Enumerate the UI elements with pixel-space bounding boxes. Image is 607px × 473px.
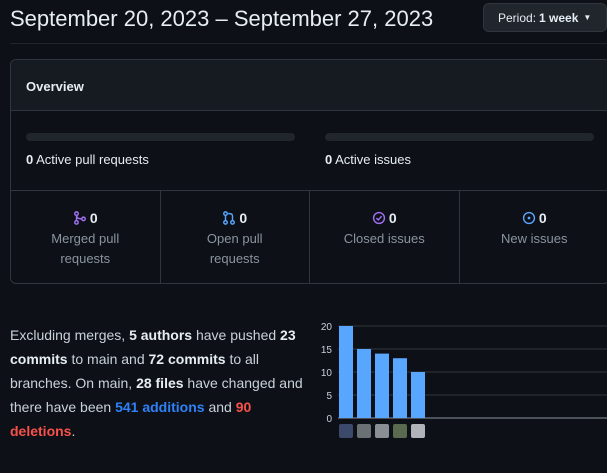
active-pull-requests-bar bbox=[26, 133, 295, 141]
new-issues-count: 0 bbox=[538, 210, 547, 226]
open-pull-requests-cell[interactable]: 0 Open pull requests bbox=[161, 191, 310, 283]
active-issues-label: Active issues bbox=[335, 152, 412, 167]
active-issues-bar bbox=[325, 133, 594, 141]
active-issues-count: 0 bbox=[325, 152, 333, 167]
commits-by-author-chart: 0 5 10 15 20 bbox=[312, 316, 607, 441]
overview-active-row: 0 Active pull requests 0 Active issues bbox=[11, 111, 607, 191]
issue-closed-icon bbox=[372, 211, 385, 225]
period-value: 1 week bbox=[539, 10, 579, 25]
authors-count-link[interactable]: 5 authors bbox=[129, 327, 192, 343]
commit-bar[interactable] bbox=[375, 353, 389, 418]
overview-panel: Overview 0 Active pull requests 0 Active… bbox=[10, 59, 607, 284]
date-range-title: September 20, 2023 – September 27, 2023 bbox=[10, 6, 434, 31]
caret-down-icon: ▼ bbox=[583, 13, 592, 22]
closed-issues-cell[interactable]: 0 Closed issues bbox=[310, 191, 460, 283]
active-pull-requests-link[interactable]: 0 Active pull requests bbox=[26, 152, 149, 167]
author-avatar[interactable] bbox=[411, 424, 425, 438]
summary-text-3: to main and bbox=[67, 351, 149, 367]
merged-pull-requests-count: 0 bbox=[89, 210, 98, 226]
closed-issues-label: Closed issues bbox=[343, 231, 425, 246]
active-pull-requests-label: Active pull requests bbox=[36, 152, 149, 167]
commit-bar[interactable] bbox=[339, 326, 353, 418]
git-pull-request-icon bbox=[223, 211, 236, 225]
summary-text-7: . bbox=[71, 423, 76, 439]
author-avatar[interactable] bbox=[357, 424, 371, 438]
additions-count: 541 additions bbox=[115, 399, 205, 415]
commit-bar[interactable] bbox=[357, 349, 371, 418]
header: September 20, 2023 – September 27, 2023 … bbox=[0, 0, 607, 44]
y-tick-label: 10 bbox=[321, 368, 333, 379]
open-pull-requests-count: 0 bbox=[239, 210, 248, 226]
summary-text-2: have pushed bbox=[192, 327, 281, 343]
open-pull-requests-label: Open pull requests bbox=[206, 231, 263, 266]
overview-title: Overview bbox=[11, 60, 607, 111]
active-issues-link[interactable]: 0 Active issues bbox=[325, 152, 411, 167]
files-changed-count: 28 files bbox=[136, 375, 184, 391]
overview-stat-grid: 0 Merged pull requests 0 Open pull reque… bbox=[11, 191, 607, 283]
commits-bar-chart: 0 5 10 15 20 bbox=[321, 322, 607, 425]
commit-bar[interactable] bbox=[393, 358, 407, 418]
git-merge-icon bbox=[73, 211, 86, 225]
active-pull-requests-count: 0 bbox=[26, 152, 34, 167]
summary-text-6: and bbox=[204, 399, 236, 415]
merged-pull-requests-cell[interactable]: 0 Merged pull requests bbox=[11, 191, 161, 283]
y-tick-label: 15 bbox=[321, 345, 333, 356]
y-tick-label: 20 bbox=[321, 322, 333, 333]
y-tick-label: 5 bbox=[326, 391, 332, 402]
period-label: Period: bbox=[498, 10, 537, 25]
period-dropdown-button[interactable]: Period: 1 week ▼ bbox=[483, 3, 607, 32]
header-divider bbox=[10, 43, 607, 44]
all-commits-link[interactable]: 72 commits bbox=[149, 351, 226, 367]
author-avatar[interactable] bbox=[393, 424, 407, 438]
commit-bar[interactable] bbox=[411, 372, 425, 418]
author-avatar[interactable] bbox=[375, 424, 389, 438]
merged-pull-requests-label: Merged pull requests bbox=[51, 231, 120, 266]
author-avatar[interactable] bbox=[339, 424, 353, 438]
closed-issues-count: 0 bbox=[388, 210, 397, 226]
new-issues-label: New issues bbox=[501, 231, 568, 246]
issue-opened-icon bbox=[522, 211, 535, 225]
new-issues-cell[interactable]: 0 New issues bbox=[460, 191, 607, 283]
commit-summary: Excluding merges, 5 authors have pushed … bbox=[10, 323, 310, 443]
summary-text-1: Excluding merges, bbox=[10, 327, 130, 343]
y-tick-label: 0 bbox=[326, 414, 332, 425]
